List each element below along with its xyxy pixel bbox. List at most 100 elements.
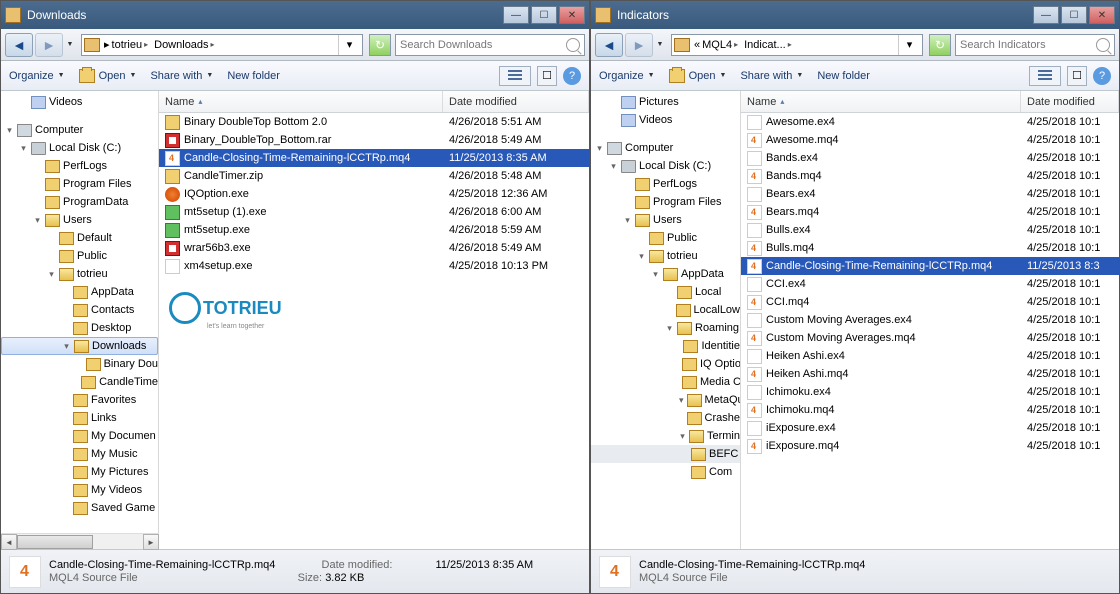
expand-icon[interactable]: [665, 306, 673, 315]
tree-item[interactable]: ▾Users: [1, 211, 158, 229]
tree-item[interactable]: ▾Downloads: [1, 337, 158, 355]
file-row[interactable]: Bears.ex44/25/2018 10:1: [741, 185, 1119, 203]
close-button[interactable]: ✕: [1089, 6, 1115, 24]
scroll-right-icon[interactable]: ►: [143, 534, 159, 550]
breadcrumb[interactable]: Downloads ▸: [152, 39, 216, 51]
file-row[interactable]: wrar56b3.exe4/26/2018 5:49 AM: [159, 239, 589, 257]
tree-item[interactable]: Program Files: [591, 193, 740, 211]
file-row[interactable]: Candle-Closing-Time-Remaining-lCCTRp.mq4…: [741, 257, 1119, 275]
expand-icon[interactable]: [679, 342, 680, 351]
expand-icon[interactable]: [61, 468, 70, 477]
expand-icon[interactable]: [19, 98, 28, 107]
tree-item[interactable]: ▾Local Disk (C:): [1, 139, 158, 157]
tree-item[interactable]: ▾totrieu: [591, 247, 740, 265]
forward-button[interactable]: ►: [625, 33, 653, 57]
file-row[interactable]: Candle-Closing-Time-Remaining-lCCTRp.mq4…: [159, 149, 589, 167]
tree-item[interactable]: My Videos: [1, 481, 158, 499]
tree-item[interactable]: Identitie: [591, 337, 740, 355]
breadcrumb[interactable]: Indicat... ▸: [742, 39, 794, 51]
tree-item[interactable]: Public: [591, 229, 740, 247]
expand-icon[interactable]: [75, 360, 83, 369]
expand-icon[interactable]: [623, 180, 632, 189]
view-button[interactable]: [499, 66, 531, 86]
tree-item[interactable]: BEFC: [591, 445, 740, 463]
file-row[interactable]: xm4setup.exe4/25/2018 10:13 PM: [159, 257, 589, 275]
back-button[interactable]: ◄: [595, 33, 623, 57]
back-button[interactable]: ◄: [5, 33, 33, 57]
scroll-thumb[interactable]: [17, 535, 93, 549]
expand-icon[interactable]: ▾: [62, 342, 71, 351]
share-button[interactable]: Share with ▼: [150, 70, 213, 82]
dropdown-icon[interactable]: ▾: [898, 35, 920, 55]
expand-icon[interactable]: [679, 468, 688, 477]
refresh-button[interactable]: ↻: [369, 34, 391, 56]
tree-item[interactable]: Pictures: [591, 93, 740, 111]
file-row[interactable]: Binary DoubleTop Bottom 2.04/26/2018 5:5…: [159, 113, 589, 131]
history-dropdown[interactable]: ▼: [655, 41, 665, 48]
expand-icon[interactable]: [609, 116, 618, 125]
tree-item[interactable]: Com: [591, 463, 740, 481]
tree-item[interactable]: My Music: [1, 445, 158, 463]
expand-icon[interactable]: [679, 450, 688, 459]
tree-item[interactable]: Public: [1, 247, 158, 265]
expand-icon[interactable]: [47, 252, 56, 261]
tree-item[interactable]: Videos: [591, 111, 740, 129]
file-row[interactable]: Awesome.mq44/25/2018 10:1: [741, 131, 1119, 149]
file-row[interactable]: Ichimoku.mq44/25/2018 10:1: [741, 401, 1119, 419]
file-row[interactable]: Ichimoku.ex44/25/2018 10:1: [741, 383, 1119, 401]
tree-item[interactable]: Media Ce: [591, 373, 740, 391]
tree-item[interactable]: Program Files: [1, 175, 158, 193]
tree-item[interactable]: ▾Roaming: [591, 319, 740, 337]
file-row[interactable]: Custom Moving Averages.ex44/25/2018 10:1: [741, 311, 1119, 329]
expand-icon[interactable]: ▾: [47, 270, 56, 279]
address-bar[interactable]: « MQL4 ▸ Indicat... ▸ ▾: [671, 34, 923, 56]
expand-icon[interactable]: [33, 162, 42, 171]
file-row[interactable]: Custom Moving Averages.mq44/25/2018 10:1: [741, 329, 1119, 347]
expand-icon[interactable]: ▾: [19, 144, 28, 153]
tree-item[interactable]: PerfLogs: [1, 157, 158, 175]
tree-view[interactable]: PicturesVideos▾Computer▾Local Disk (C:)P…: [591, 91, 741, 549]
file-row[interactable]: CCI.ex44/25/2018 10:1: [741, 275, 1119, 293]
forward-button[interactable]: ►: [35, 33, 63, 57]
search-input[interactable]: Search Downloads: [395, 34, 585, 56]
tree-item[interactable]: Desktop: [1, 319, 158, 337]
date-column[interactable]: Date modified: [1021, 91, 1119, 112]
tree-item[interactable]: Links: [1, 409, 158, 427]
expand-icon[interactable]: [679, 414, 684, 423]
tree-view[interactable]: Videos▾Computer▾Local Disk (C:)PerfLogsP…: [1, 91, 159, 549]
file-row[interactable]: Bands.ex44/25/2018 10:1: [741, 149, 1119, 167]
minimize-button[interactable]: —: [503, 6, 529, 24]
tree-item[interactable]: IQ Optio: [591, 355, 740, 373]
refresh-button[interactable]: ↻: [929, 34, 951, 56]
breadcrumb[interactable]: « MQL4 ▸: [692, 39, 740, 51]
new-folder-button[interactable]: New folder: [227, 70, 280, 82]
file-row[interactable]: IQOption.exe4/25/2018 12:36 AM: [159, 185, 589, 203]
tree-item[interactable]: Videos: [1, 93, 158, 111]
expand-icon[interactable]: [33, 180, 42, 189]
search-input[interactable]: Search Indicators: [955, 34, 1115, 56]
tree-item[interactable]: ▾Local Disk (C:): [591, 157, 740, 175]
organize-button[interactable]: Organize ▼: [599, 70, 655, 82]
expand-icon[interactable]: ▾: [595, 144, 604, 153]
tree-item[interactable]: AppData: [1, 283, 158, 301]
expand-icon[interactable]: [61, 414, 70, 423]
titlebar[interactable]: Indicators — ☐ ✕: [591, 1, 1119, 29]
expand-icon[interactable]: [47, 234, 56, 243]
tree-item[interactable]: Favorites: [1, 391, 158, 409]
file-row[interactable]: CCI.mq44/25/2018 10:1: [741, 293, 1119, 311]
titlebar[interactable]: Downloads — ☐ ✕: [1, 1, 589, 29]
file-row[interactable]: Bears.mq44/25/2018 10:1: [741, 203, 1119, 221]
file-row[interactable]: Awesome.ex44/25/2018 10:1: [741, 113, 1119, 131]
file-row[interactable]: Heiken Ashi.ex44/25/2018 10:1: [741, 347, 1119, 365]
tree-item[interactable]: ▾Computer: [1, 121, 158, 139]
file-row[interactable]: Bands.mq44/25/2018 10:1: [741, 167, 1119, 185]
maximize-button[interactable]: ☐: [531, 6, 557, 24]
share-button[interactable]: Share with ▼: [740, 70, 803, 82]
name-column[interactable]: Name▴: [159, 91, 443, 112]
tree-item[interactable]: ▾totrieu: [1, 265, 158, 283]
file-row[interactable]: iExposure.mq44/25/2018 10:1: [741, 437, 1119, 455]
expand-icon[interactable]: [623, 198, 632, 207]
new-folder-button[interactable]: New folder: [817, 70, 870, 82]
tree-scrollbar[interactable]: ◄ ►: [1, 533, 159, 549]
preview-button[interactable]: ☐: [537, 66, 557, 86]
